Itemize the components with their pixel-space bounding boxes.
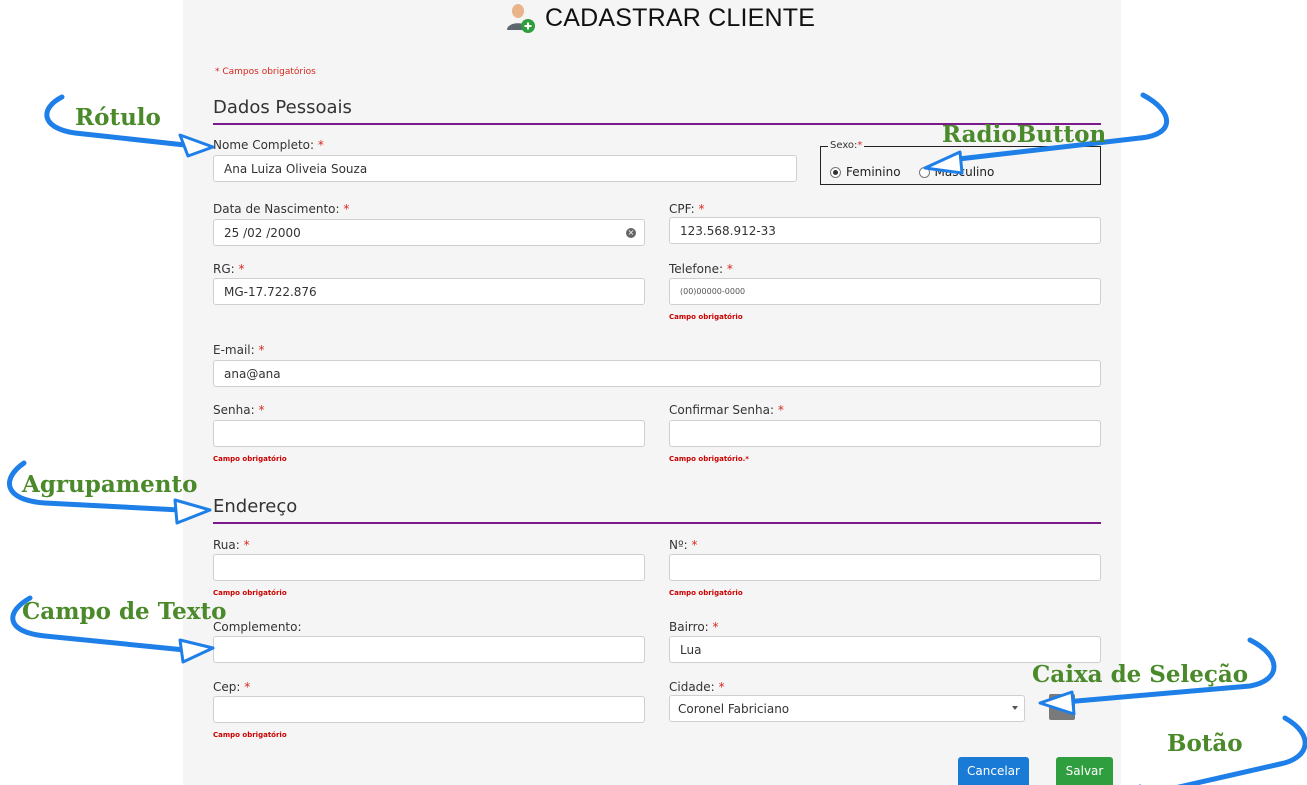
sexo-legend: Sexo:* bbox=[828, 140, 865, 151]
page-title: CADASTRAR CLIENTE bbox=[545, 3, 816, 32]
confirmar-senha-error: Campo obrigatório.* bbox=[669, 455, 749, 463]
section-divider-address bbox=[213, 522, 1101, 524]
senha-error: Campo obrigatório bbox=[213, 455, 287, 463]
cancel-button[interactable]: Cancelar bbox=[958, 757, 1029, 785]
nascimento-value: 25 /02 /2000 bbox=[224, 225, 301, 240]
bairro-input[interactable]: Lua bbox=[669, 636, 1101, 663]
rg-label: RG: * bbox=[213, 262, 245, 276]
radio-feminino-label: Feminino bbox=[846, 165, 901, 179]
clear-circle-icon[interactable]: × bbox=[626, 228, 636, 238]
required-fields-note: * Campos obrigatórios bbox=[215, 67, 316, 77]
add-user-icon bbox=[507, 4, 535, 33]
radio-masculino[interactable] bbox=[918, 166, 930, 178]
save-button[interactable]: Salvar bbox=[1056, 757, 1113, 785]
email-label: E-mail: * bbox=[213, 343, 265, 357]
cpf-label: CPF: * bbox=[669, 202, 705, 216]
rg-input[interactable]: MG-17.722.876 bbox=[213, 278, 645, 305]
annotation-rotulo: Rótulo bbox=[75, 104, 161, 131]
numero-label: Nº: * bbox=[669, 538, 698, 552]
cidade-label: Cidade: * bbox=[669, 680, 725, 694]
cep-input[interactable] bbox=[213, 696, 645, 723]
senha-input[interactable] bbox=[213, 420, 645, 447]
cidade-selected-value: Coronel Fabriciano bbox=[678, 701, 790, 716]
radio-feminino[interactable] bbox=[830, 166, 841, 178]
section-title-personal: Dados Pessoais bbox=[213, 97, 352, 118]
nascimento-label: Data de Nascimento: * bbox=[213, 202, 350, 216]
nascimento-input[interactable]: 25 /02 /2000 × bbox=[213, 219, 645, 246]
annotation-campo-texto: Campo de Texto bbox=[22, 598, 227, 625]
nome-input[interactable]: Ana Luiza Oliveia Souza bbox=[213, 155, 797, 182]
annotation-radiobutton: RadioButton bbox=[942, 121, 1107, 148]
cidade-select[interactable]: Coronel Fabriciano bbox=[669, 695, 1025, 722]
sexo-radio-group: Feminino Masculino bbox=[830, 165, 994, 179]
numero-error: Campo obrigatório bbox=[669, 589, 743, 597]
rua-error: Campo obrigatório bbox=[213, 589, 287, 597]
senha-label: Senha: * bbox=[213, 403, 265, 417]
annotation-botao: Botão bbox=[1167, 730, 1243, 757]
add-icon: + bbox=[1056, 699, 1068, 715]
section-title-address: Endereço bbox=[213, 496, 298, 517]
chevron-down-icon bbox=[1012, 706, 1018, 710]
annotation-agrupamento: Agrupamento bbox=[22, 471, 198, 498]
rua-input[interactable] bbox=[213, 554, 645, 581]
rua-label: Rua: * bbox=[213, 538, 250, 552]
cpf-input[interactable]: 123.568.912-33 bbox=[669, 217, 1101, 244]
cep-error: Campo obrigatório bbox=[213, 731, 287, 739]
complemento-input[interactable] bbox=[213, 636, 645, 663]
numero-input[interactable] bbox=[669, 554, 1101, 581]
page-header: CADASTRAR CLIENTE bbox=[505, 2, 815, 34]
nome-label: Nome Completo: * bbox=[213, 138, 324, 152]
radio-masculino-label: Masculino bbox=[934, 165, 995, 179]
confirmar-senha-label: Confirmar Senha: * bbox=[669, 403, 784, 417]
telefone-error: Campo obrigatório bbox=[669, 313, 743, 321]
annotation-caixa-selecao: Caixa de Seleção bbox=[1032, 661, 1249, 688]
confirmar-senha-input[interactable] bbox=[669, 420, 1101, 447]
telefone-input[interactable]: (00)00000-0000 bbox=[669, 278, 1101, 305]
bairro-label: Bairro: * bbox=[669, 620, 719, 634]
add-city-button[interactable]: + bbox=[1049, 694, 1075, 720]
cep-label: Cep: * bbox=[213, 680, 251, 694]
email-input[interactable]: ana@ana bbox=[213, 360, 1101, 387]
telefone-label: Telefone: * bbox=[669, 262, 733, 276]
